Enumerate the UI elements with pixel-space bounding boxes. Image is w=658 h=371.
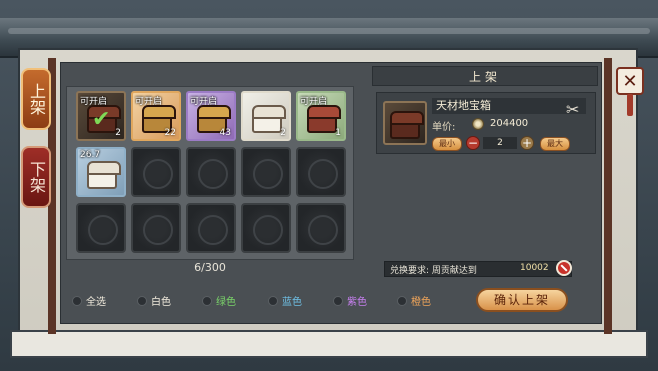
qty-plus-button[interactable]: + (520, 136, 534, 150)
item-slot[interactable]: 可开启 22 (131, 91, 181, 141)
filter-option[interactable]: 橙色 (397, 293, 431, 308)
filter-label: 白色 (151, 297, 171, 308)
filter-option[interactable]: 全选 (72, 293, 106, 308)
filter-option[interactable]: 紫色 (333, 293, 367, 308)
item-tag: 可开启 (80, 97, 108, 107)
window-floor (10, 330, 648, 358)
item-slot[interactable]: 可开启 1 (296, 91, 346, 141)
inventory-grid: 可开启 2 ✔ 可开启 22 可开启 43 2 可开启 1 26.7 (76, 91, 346, 253)
detail-item-icon (383, 101, 427, 145)
confirm-list-button[interactable]: 确认上架 (476, 288, 568, 312)
empty-slot[interactable] (186, 203, 236, 253)
item-slot[interactable]: 可开启 2 ✔ (76, 91, 126, 141)
qty-value[interactable]: 2 (483, 137, 517, 149)
filter-label: 紫色 (347, 297, 367, 308)
item-slot[interactable]: 可开启 43 (186, 91, 236, 141)
item-count: 43 (219, 128, 231, 138)
detail-header: 上架 (372, 66, 598, 86)
checkmark-icon: ✔ (92, 107, 111, 132)
pillar-right (604, 58, 612, 334)
chest-icon (252, 105, 286, 133)
filter-label: 蓝色 (282, 297, 302, 308)
filter-option[interactable]: 白色 (137, 293, 171, 308)
tassel-decoration (627, 94, 633, 116)
empty-slot[interactable] (296, 147, 346, 197)
radio-icon (333, 295, 343, 306)
inventory-count: 6/300 (194, 261, 226, 274)
empty-slot[interactable] (76, 203, 126, 253)
radio-icon (137, 295, 147, 306)
item-count: 2 (115, 128, 121, 138)
chest-icon (390, 111, 424, 139)
radio-icon (72, 295, 82, 306)
requirement-label: 兑换要求: 周贡献达到 (390, 266, 477, 276)
requirement-value[interactable]: 10002 (520, 263, 549, 273)
item-count: 2 (280, 128, 286, 138)
coin-icon (472, 118, 484, 130)
radio-icon (397, 295, 407, 306)
radio-icon (202, 295, 212, 306)
empty-slot[interactable] (241, 203, 291, 253)
empty-slot[interactable] (131, 203, 181, 253)
item-slot[interactable]: 2 (241, 91, 291, 141)
item-count: 1 (335, 128, 341, 138)
tab-delist-item[interactable]: 下架 (21, 146, 51, 208)
chest-icon (307, 105, 341, 133)
roof-edge (8, 28, 650, 34)
qty-min-button[interactable]: 最小 (432, 137, 462, 151)
empty-slot[interactable] (131, 147, 181, 197)
tab-delist-item-label: 下架 (27, 161, 46, 193)
empty-slot[interactable] (241, 147, 291, 197)
filter-option[interactable]: 蓝色 (268, 293, 302, 308)
item-tag: 可开启 (190, 97, 218, 107)
filter-label: 橙色 (411, 297, 431, 308)
tab-list-item[interactable]: 上架 (21, 68, 51, 130)
item-tag: 可开启 (300, 97, 328, 107)
remove-icon[interactable]: ✂ (566, 100, 579, 119)
detail-item-name: 天材地宝箱 (432, 98, 586, 114)
qty-minus-button[interactable]: − (466, 136, 480, 150)
price-value: 204400 (490, 118, 529, 129)
item-count: 22 (164, 128, 176, 138)
item-tag: 26.7 (80, 150, 101, 160)
close-icon[interactable]: ✕ (616, 67, 644, 95)
radio-icon (268, 295, 278, 306)
price-label: 单价: (432, 122, 456, 133)
ban-icon[interactable] (556, 260, 572, 276)
tab-list-item-label: 上架 (27, 83, 46, 115)
item-tag: 可开启 (135, 97, 163, 107)
filter-label: 全选 (86, 297, 106, 308)
filter-label: 绿色 (216, 297, 236, 308)
empty-slot[interactable] (186, 147, 236, 197)
item-slot[interactable]: 26.7 (76, 147, 126, 197)
filter-option[interactable]: 绿色 (202, 293, 236, 308)
qty-max-button[interactable]: 最大 (540, 137, 570, 151)
empty-slot[interactable] (296, 203, 346, 253)
chest-icon (87, 161, 121, 189)
